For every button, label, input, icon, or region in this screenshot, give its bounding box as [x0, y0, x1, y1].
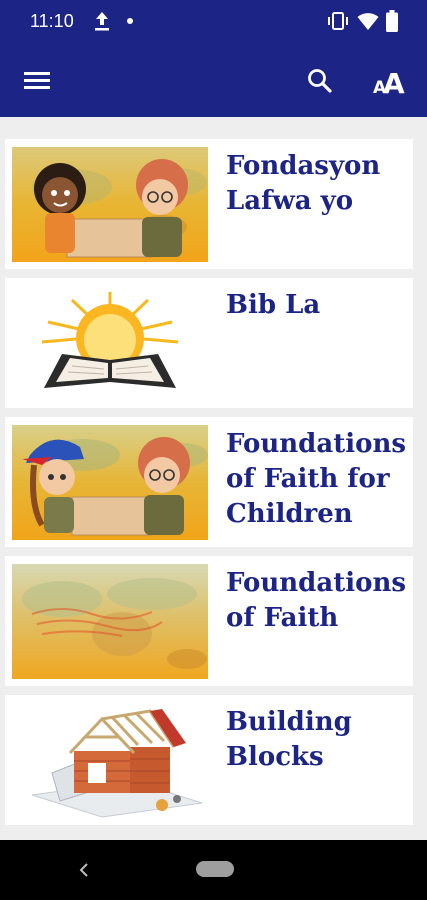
battery-icon	[386, 10, 398, 32]
bible-with-sunrise-image	[12, 286, 208, 401]
app-bar: A A	[0, 44, 427, 117]
book-card-fondasyon-lafwa-yo[interactable]: Fondasyon Lafwa yo	[5, 139, 413, 269]
book-list: Fondasyon Lafwa yo Bib La Foundations of…	[0, 117, 427, 840]
book-title: Building Blocks	[226, 707, 352, 772]
status-time: 11:10	[30, 11, 74, 31]
text-size-icon[interactable]: A A	[366, 60, 416, 100]
search-icon[interactable]	[300, 62, 340, 100]
book-title: Foundations of Faith for Children	[226, 429, 406, 529]
book-title: Bib La	[226, 290, 321, 320]
house-construction-image	[12, 703, 208, 818]
home-pill-icon[interactable]	[196, 861, 234, 877]
book-card-foundations-of-faith-for-children[interactable]: Foundations of Faith for Children	[5, 417, 413, 547]
book-title: Foundations of Faith	[226, 568, 406, 633]
book-card-bib-la[interactable]: Bib La	[5, 278, 413, 408]
upload-icon	[95, 12, 109, 31]
book-card-building-blocks[interactable]: Building Blocks	[5, 695, 413, 825]
children-with-map-image	[12, 425, 208, 540]
wifi-icon	[357, 13, 379, 30]
faded-world-map-image	[12, 564, 208, 679]
notification-dot-icon	[127, 18, 133, 24]
vibrate-icon	[328, 12, 348, 30]
book-title: Fondasyon Lafwa yo	[226, 151, 381, 216]
back-icon[interactable]	[74, 860, 94, 880]
hamburger-menu-icon[interactable]	[18, 64, 58, 98]
children-with-map-image	[12, 147, 208, 262]
status-bar: 11:10	[0, 0, 427, 44]
book-card-foundations-of-faith[interactable]: Foundations of Faith	[5, 556, 413, 686]
svg-text:A: A	[383, 67, 405, 100]
